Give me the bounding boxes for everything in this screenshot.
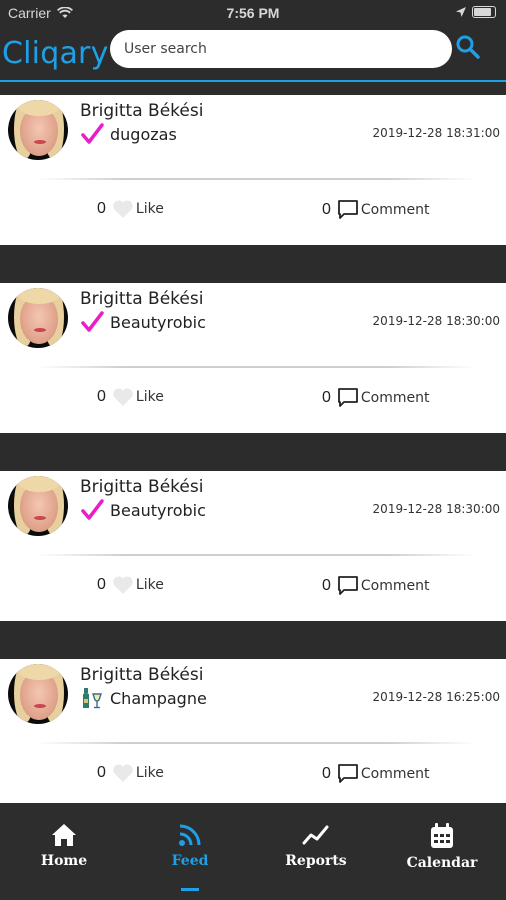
post-author[interactable]: Brigitta Békési [80, 101, 203, 121]
heart-icon [113, 576, 133, 594]
comment-icon [338, 764, 358, 783]
post-activity: dugozas [80, 122, 177, 146]
activity-label: Beautyrobic [110, 312, 206, 332]
nav-item-feed[interactable]: Feed [140, 823, 240, 869]
comment-icon [338, 388, 358, 407]
search-input[interactable] [110, 30, 424, 68]
check-icon [81, 123, 104, 144]
check-icon [81, 311, 104, 332]
nav-label-reports: Reports [285, 853, 347, 869]
chart-line-icon [302, 825, 329, 845]
post-author[interactable]: Brigitta Békési [80, 477, 203, 497]
post-timestamp: 2019-12-28 16:25:00 [372, 690, 500, 704]
comment-button[interactable]: 0 Comment [322, 199, 430, 221]
nav-item-home[interactable]: Home [14, 823, 114, 869]
comment-count: 0 [322, 201, 331, 218]
comment-label: Comment [360, 390, 430, 406]
rss-icon [179, 824, 201, 846]
heart-icon [113, 764, 133, 782]
comment-label: Comment [360, 202, 430, 218]
bottom-nav: Home Feed Reports Calendar [0, 803, 506, 900]
post-activity: Beautyrobic [80, 310, 206, 334]
status-bar: Carrier 7:56 PM [0, 0, 506, 28]
active-tab-indicator [181, 888, 199, 891]
like-button[interactable]: 0 Like [97, 763, 164, 783]
battery-icon [472, 6, 496, 18]
like-count: 0 [97, 388, 106, 405]
check-icon [81, 499, 104, 520]
search-field[interactable] [110, 30, 452, 68]
comment-icon [338, 576, 358, 595]
avatar[interactable] [8, 664, 68, 724]
post-author[interactable]: Brigitta Békési [80, 289, 203, 309]
calendar-icon [431, 823, 453, 848]
app-logo: Cliqary [2, 36, 109, 71]
post-author[interactable]: Brigitta Békési [80, 665, 203, 685]
like-label: Like [135, 765, 164, 781]
comment-label: Comment [360, 766, 430, 782]
like-button[interactable]: 0 Like [97, 387, 164, 407]
home-icon [52, 824, 76, 846]
comment-count: 0 [322, 765, 331, 782]
nav-item-reports[interactable]: Reports [266, 823, 366, 869]
post-divider [36, 554, 476, 556]
status-time: 7:56 PM [226, 5, 280, 21]
like-button[interactable]: 0 Like [97, 575, 164, 595]
post-activity: Beautyrobic [80, 498, 206, 522]
activity-label: dugozas [110, 124, 177, 144]
header-divider [0, 80, 506, 82]
app-header: Cliqary [0, 28, 506, 80]
feed-post[interactable]: Brigitta Békési Champagne 2019-12-28 16:… [0, 659, 506, 803]
nav-label-home: Home [40, 853, 88, 869]
heart-icon [113, 388, 133, 406]
post-activity: Champagne [80, 686, 207, 710]
like-label: Like [135, 577, 164, 593]
heart-icon [113, 200, 133, 218]
post-timestamp: 2019-12-28 18:31:00 [372, 126, 500, 140]
search-icon[interactable] [455, 34, 481, 60]
comment-button[interactable]: 0 Comment [322, 387, 430, 409]
comment-count: 0 [322, 577, 331, 594]
post-divider [36, 742, 476, 744]
like-count: 0 [97, 200, 106, 217]
activity-label: Champagne [110, 688, 207, 708]
like-button[interactable]: 0 Like [97, 199, 164, 219]
nav-label-calendar: Calendar [406, 855, 478, 871]
feed-post[interactable]: Brigitta Békési dugozas 2019-12-28 18:31… [0, 95, 506, 245]
avatar[interactable] [8, 100, 68, 160]
feed-post[interactable]: Brigitta Békési Beautyrobic 2019-12-28 1… [0, 283, 506, 433]
post-divider [36, 178, 476, 180]
nav-item-calendar[interactable]: Calendar [392, 823, 492, 871]
avatar[interactable] [8, 476, 68, 536]
location-arrow-icon [456, 7, 466, 17]
post-divider [36, 366, 476, 368]
nav-label-feed: Feed [171, 853, 209, 869]
post-timestamp: 2019-12-28 18:30:00 [372, 502, 500, 516]
like-label: Like [135, 201, 164, 217]
like-count: 0 [97, 764, 106, 781]
comment-count: 0 [322, 389, 331, 406]
activity-label: Beautyrobic [110, 500, 206, 520]
comment-button[interactable]: 0 Comment [322, 575, 430, 597]
champagne-icon [83, 688, 102, 709]
like-label: Like [135, 389, 164, 405]
avatar[interactable] [8, 288, 68, 348]
comment-button[interactable]: 0 Comment [322, 763, 430, 785]
feed-post[interactable]: Brigitta Békési Beautyrobic 2019-12-28 1… [0, 471, 506, 621]
comment-label: Comment [360, 578, 430, 594]
comment-icon [338, 200, 358, 219]
like-count: 0 [97, 576, 106, 593]
post-timestamp: 2019-12-28 18:30:00 [372, 314, 500, 328]
